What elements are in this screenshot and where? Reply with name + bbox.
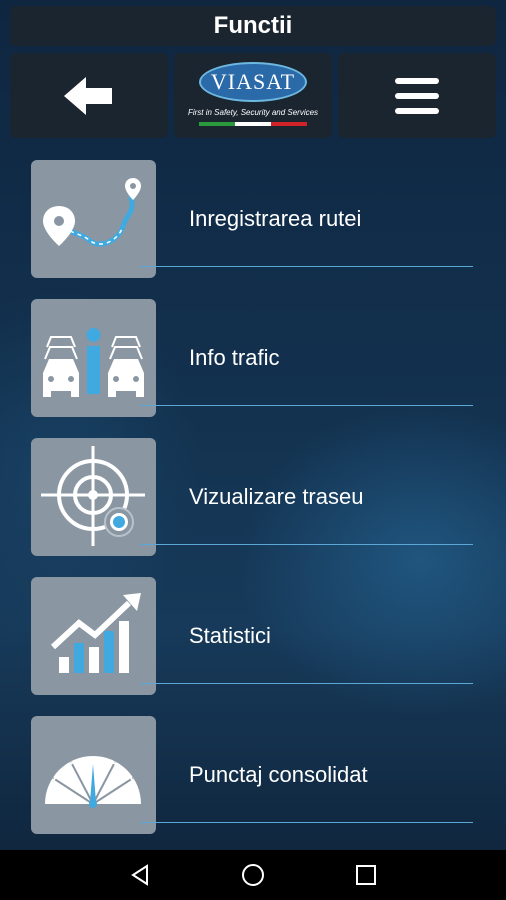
list-item-label: Statistici: [189, 623, 271, 648]
italian-flag-stripe: [199, 121, 307, 126]
item-divider: [140, 822, 473, 823]
title-bar: Functii: [10, 6, 496, 46]
viasat-logo: VIASAT First in Safety, Security and Ser…: [174, 53, 332, 138]
list-item-traffic-info[interactable]: Info trafic: [0, 289, 506, 417]
list-item-consolidated-score[interactable]: Punctaj consolidat: [0, 706, 506, 834]
page-title: Functii: [213, 12, 293, 39]
list-item-statistics[interactable]: Statistici: [0, 567, 506, 695]
list-item-label: Vizualizare traseu: [189, 484, 364, 509]
nav-home-button[interactable]: [223, 850, 283, 900]
back-button[interactable]: [10, 53, 168, 138]
system-navbar: [0, 850, 506, 900]
gauge-score-icon: [31, 716, 156, 834]
statistics-chart-icon: [31, 577, 156, 695]
nav-back-button[interactable]: [111, 850, 171, 900]
route-recording-icon: [31, 160, 156, 278]
list-item-route-view[interactable]: Vizualizare traseu: [0, 428, 506, 556]
item-divider: [140, 405, 473, 406]
nav-back-icon: [131, 864, 148, 886]
traffic-info-icon: [31, 299, 156, 417]
menu-button[interactable]: [338, 53, 496, 138]
item-divider: [140, 266, 473, 267]
item-divider: [140, 683, 473, 684]
list-item-label: Inregistrarea rutei: [189, 206, 362, 231]
nav-home-icon: [242, 864, 264, 886]
list-item-label: Info trafic: [189, 345, 280, 370]
logo-tagline: First in Safety, Security and Services: [187, 107, 319, 117]
nav-recents-icon: [356, 865, 376, 885]
nav-recents-button[interactable]: [336, 850, 396, 900]
list-item-label: Punctaj consolidat: [189, 762, 368, 787]
logo-brand: VIASAT: [199, 61, 307, 102]
list-item-route-recording[interactable]: Inregistrarea rutei: [0, 150, 506, 278]
arrow-left-icon: [64, 76, 112, 115]
item-divider: [140, 544, 473, 545]
target-locate-icon: [31, 438, 156, 556]
